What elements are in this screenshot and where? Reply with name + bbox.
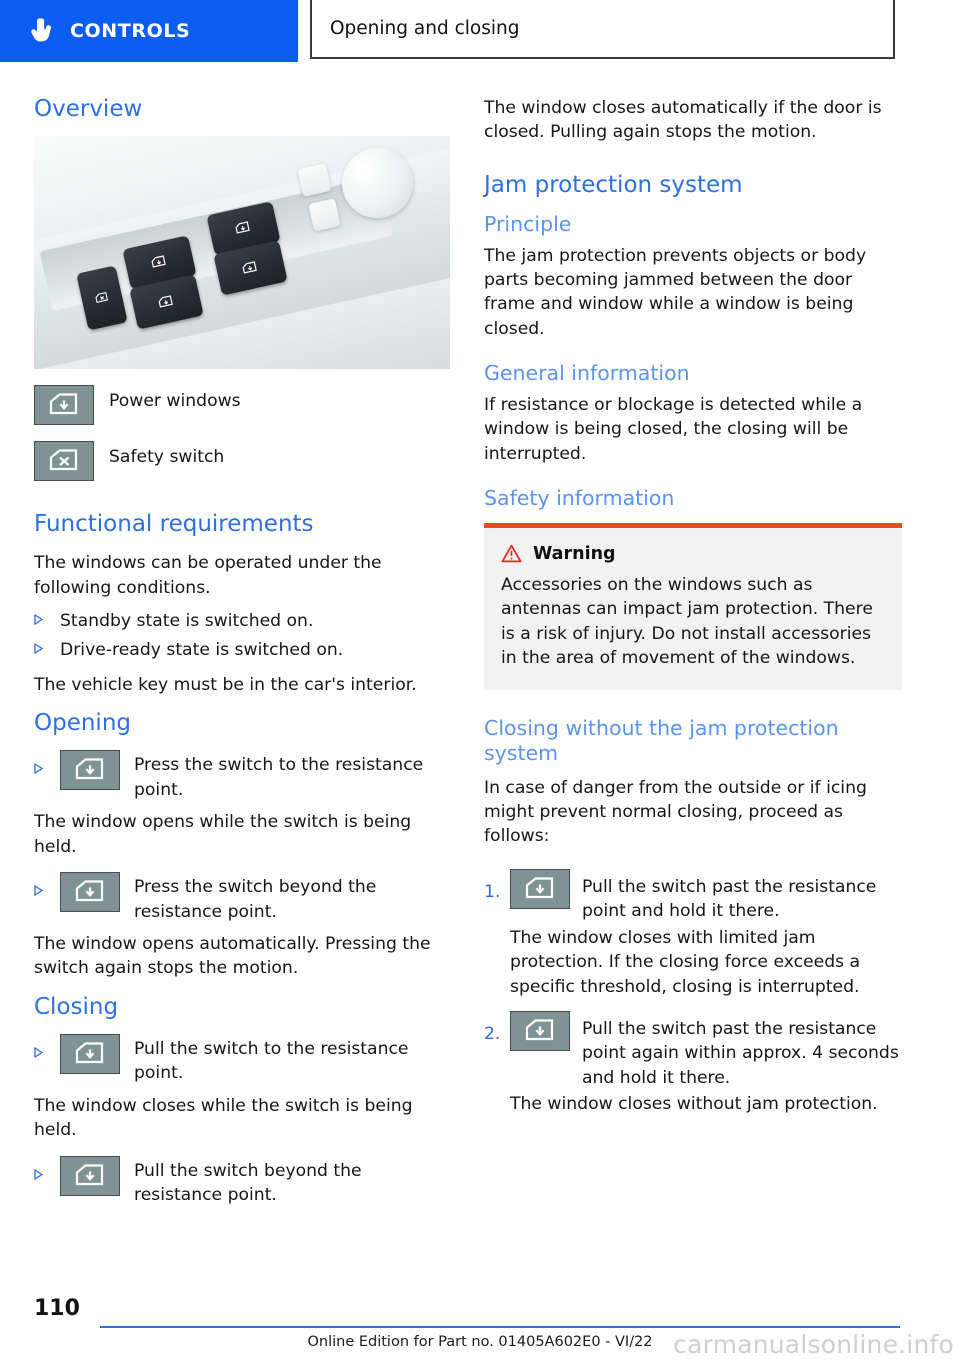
- opening-step-action: Press the switch beyond the resistance p…: [134, 877, 377, 922]
- page-footer: 110 Online Edition for Part no. 01405A60…: [0, 1282, 960, 1362]
- requirement-bullet: Drive-ready state is switched on.: [34, 638, 452, 662]
- functional-requirements-intro: The windows can be operated under the fo…: [34, 553, 382, 598]
- breadcrumb-label: Opening and closing: [330, 18, 520, 39]
- left-column: Overview Power windows Safety switch Fun…: [34, 96, 452, 1211]
- step-number: 1.: [484, 881, 501, 902]
- closing-step-action: Pull the switch beyond the resistance po…: [134, 1160, 362, 1206]
- legend-item-power-windows: Power windows: [34, 385, 452, 426]
- principle-heading: Principle: [484, 211, 572, 236]
- closing-without-jam-intro: In case of danger from the outside or if…: [484, 777, 867, 847]
- site-watermark: carmanualsonline.info: [673, 1330, 954, 1359]
- legend-item-safety-switch: Safety switch: [34, 441, 452, 482]
- step-action: Pull the switch past the resistance poin…: [582, 1018, 899, 1088]
- step-number: 2.: [484, 1023, 501, 1044]
- closing-step-1-result: The window closes while the switch is be…: [34, 1095, 413, 1141]
- hand-pointer-icon: [31, 18, 51, 42]
- page-number: 110: [34, 1296, 80, 1321]
- power-window-glyph: [242, 260, 258, 274]
- footer-divider: [100, 1326, 900, 1328]
- vehicle-key-note: The vehicle key must be in the car's int…: [34, 674, 417, 695]
- functional-requirements-heading: Functional requirements: [34, 511, 314, 538]
- requirement-text: Standby state is switched on.: [60, 611, 314, 632]
- general-information-text: If resistance or blockage is detected wh…: [484, 394, 863, 464]
- opening-step-2-result: The window opens automatically. Pressing…: [34, 934, 431, 979]
- safety-switch-glyph: [95, 292, 108, 303]
- numbered-step-2: 2. Pull the switch past the resistance p…: [484, 1010, 902, 1090]
- power-window-glyph: [158, 294, 173, 308]
- warning-title: Warning: [533, 543, 616, 564]
- header-section-label: CONTROLS: [70, 20, 191, 42]
- power-window-switch-icon: [60, 750, 120, 791]
- triangle-bullet-icon: [34, 1034, 47, 1058]
- overview-heading: Overview: [34, 96, 143, 122]
- step-content: Pull the switch past the resistance poin…: [510, 1010, 902, 1090]
- step-action: Pull the switch past the resistance poin…: [582, 876, 877, 922]
- header-section-tab[interactable]: CONTROLS: [0, 0, 298, 62]
- triangle-bullet-icon: [34, 609, 47, 626]
- page-header: CONTROLS Opening and closing: [0, 0, 960, 62]
- safety-information-heading: Safety information: [484, 486, 675, 511]
- legend-label: Power windows: [109, 391, 241, 412]
- closing-step-2: Pull the switch beyond the resistance po…: [34, 1155, 452, 1208]
- requirement-text: Drive-ready state is switched on.: [60, 639, 344, 660]
- opening-heading: Opening: [34, 710, 131, 737]
- closing-heading: Closing: [34, 993, 119, 1020]
- closing-step-action: Pull the switch to the resistance point.: [134, 1038, 409, 1084]
- warning-box: Warning Accessories on the windows such …: [484, 522, 902, 691]
- step-content: Pull the switch past the resistance poin…: [510, 868, 902, 924]
- continued-paragraph: The window closes automatically if the d…: [484, 98, 882, 143]
- triangle-bullet-icon: [34, 872, 47, 897]
- power-window-switch-icon: [510, 868, 570, 909]
- right-column: The window closes automatically if the d…: [484, 96, 902, 1129]
- power-window-switch-icon: [34, 385, 94, 426]
- safety-switch-icon: [34, 441, 94, 482]
- power-window-switch-icon: [60, 1155, 120, 1196]
- step-1-result: The window closes with limited jam prote…: [510, 927, 861, 997]
- numbered-step-1: 1. Pull the switch past the resistance p…: [484, 868, 902, 924]
- manual-page: CONTROLS Opening and closing Overview Po…: [0, 0, 960, 1362]
- opening-step-1-result: The window opens while the switch is bei…: [34, 812, 412, 857]
- opening-step-action: Press the switch to the resistance point…: [134, 755, 424, 800]
- warning-triangle-icon: [501, 544, 522, 563]
- warning-header: Warning: [501, 544, 885, 564]
- triangle-bullet-icon: [34, 750, 47, 775]
- warning-text: Accessories on the windows such as anten…: [501, 574, 873, 668]
- opening-step-1: Press the switch to the resistance point…: [34, 750, 452, 802]
- general-information-heading: General information: [484, 361, 690, 386]
- closing-without-jam-heading: Closing without the jam protection syste…: [484, 716, 839, 765]
- power-window-glyph: [235, 221, 251, 235]
- breadcrumb: Opening and closing: [310, 0, 895, 59]
- door-panel-photo: [34, 136, 450, 370]
- principle-text: The jam protection prevents objects or b…: [484, 245, 867, 339]
- closing-step-1: Pull the switch to the resistance point.: [34, 1033, 452, 1086]
- power-window-switch-icon: [60, 872, 120, 913]
- step-2-result: The window closes without jam protection…: [510, 1094, 878, 1115]
- opening-step-2: Press the switch beyond the resistance p…: [34, 872, 452, 924]
- legend-label: Safety switch: [109, 447, 225, 468]
- triangle-bullet-icon: [34, 638, 47, 654]
- power-window-glyph: [151, 255, 166, 269]
- triangle-bullet-icon: [34, 1156, 47, 1180]
- requirement-bullet: Standby state is switched on.: [34, 609, 452, 633]
- power-window-switch-icon: [60, 1033, 120, 1074]
- jam-protection-heading: Jam protection system: [484, 171, 743, 198]
- power-window-switch-icon: [510, 1010, 570, 1051]
